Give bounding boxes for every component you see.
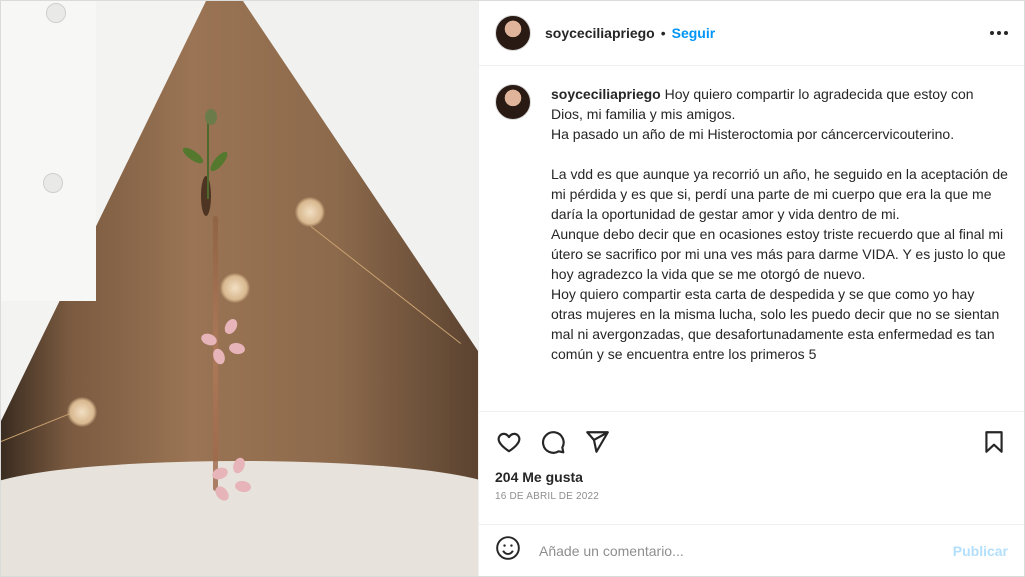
action-bar [479, 411, 1024, 471]
comment-input[interactable] [537, 541, 953, 560]
paper-plane-icon[interactable] [583, 428, 611, 456]
image-dandelion [220, 273, 250, 303]
image-shirt-button [46, 3, 66, 23]
image-navel [201, 176, 211, 216]
image-shirt-button [43, 173, 63, 193]
separator-dot: • [660, 25, 666, 41]
image-shirt-right [243, 1, 478, 351]
post-side-panel: soyceciliapriego • Seguir soyceciliaprie… [478, 1, 1024, 576]
heart-icon[interactable] [495, 428, 523, 456]
caption-paragraph: Ha pasado un año de mi Histeroctomia por… [551, 126, 955, 142]
avatar[interactable] [495, 15, 531, 51]
image-shirt-placket [1, 1, 96, 301]
instagram-post-dialog: soyceciliapriego • Seguir soyceciliaprie… [0, 0, 1025, 577]
comment-bar: Publicar [479, 524, 1024, 576]
likes-count[interactable]: 204 Me gusta [479, 469, 1024, 485]
avatar[interactable] [495, 84, 531, 120]
caption-paragraph: La vdd es que aunque ya recorrió un año,… [551, 166, 1008, 222]
publish-button[interactable]: Publicar [953, 543, 1008, 559]
image-dandelion [295, 197, 325, 227]
bookmark-icon[interactable] [980, 428, 1008, 456]
caption-text: soyceciliapriego Hoy quiero compartir lo… [551, 84, 1008, 411]
follow-button[interactable]: Seguir [672, 25, 716, 41]
header-username[interactable]: soyceciliapriego [545, 25, 655, 41]
caption-paragraph: Hoy quiero compartir esta carta de despe… [551, 286, 1000, 362]
image-flower-stem [207, 119, 209, 199]
caption-paragraph: Aunque debo decir que en ocasiones estoy… [551, 226, 1006, 282]
image-petal [222, 316, 240, 337]
comment-icon[interactable] [539, 428, 567, 456]
caption-section: soyceciliapriego Hoy quiero compartir lo… [479, 66, 1024, 411]
post-date: 16 DE ABRIL DE 2022 [495, 491, 600, 502]
post-image[interactable] [1, 1, 478, 576]
caption-paragraph: soyceciliapriego Hoy quiero compartir lo… [551, 84, 1008, 124]
image-leaf [207, 149, 231, 174]
image-flower-bud [205, 109, 217, 125]
image-waistband [1, 461, 478, 576]
image-dandelion [67, 397, 97, 427]
smiley-icon[interactable] [495, 535, 521, 566]
post-header: soyceciliapriego • Seguir [479, 1, 1024, 66]
caption-username[interactable]: soyceciliapriego [551, 86, 661, 102]
more-horizontal-icon[interactable] [990, 31, 1008, 35]
